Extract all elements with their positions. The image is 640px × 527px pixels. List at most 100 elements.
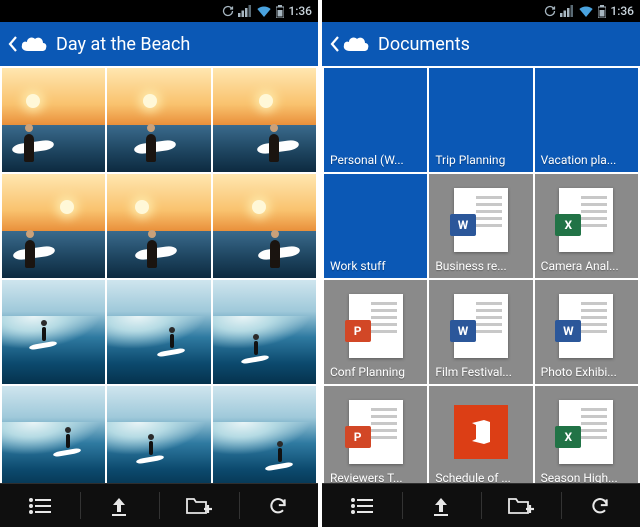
sync-icon — [544, 5, 556, 17]
tile-label: Conf Planning — [324, 362, 427, 384]
refresh-button[interactable] — [239, 484, 319, 527]
page-title: Day at the Beach — [56, 34, 190, 55]
photo-grid — [0, 66, 318, 483]
signal-icon — [238, 5, 252, 17]
grid-tile[interactable] — [2, 386, 105, 483]
photo-thumb — [213, 386, 316, 483]
tile-label: Trip Planning — [429, 150, 532, 172]
list-view-button[interactable] — [322, 484, 402, 527]
phone-right: 1:36 Documents Personal (W...Trip Planni… — [322, 0, 640, 527]
refresh-icon — [589, 496, 611, 516]
upload-icon — [432, 496, 450, 516]
status-time: 1:36 — [288, 4, 312, 18]
photo-thumb — [213, 68, 316, 172]
photo-thumb — [213, 174, 316, 278]
new-folder-icon — [186, 497, 212, 515]
list-icon — [351, 498, 373, 514]
wifi-icon — [578, 5, 594, 17]
grid-tile[interactable] — [213, 280, 316, 384]
tile-label: Vacation pla... — [535, 150, 638, 172]
grid-tile[interactable] — [2, 68, 105, 172]
folder-tile[interactable]: Vacation pla... — [535, 68, 638, 172]
back-icon — [8, 35, 18, 53]
powerpoint-file-icon: P — [349, 294, 403, 358]
tile-label: Work stuff — [324, 256, 427, 278]
file-tile[interactable]: X Camera Anal... — [535, 174, 638, 278]
new-folder-button[interactable] — [159, 484, 239, 527]
tile-label: Film Festival... — [429, 362, 532, 384]
app-bar: Documents — [322, 22, 640, 66]
photo-thumb — [213, 280, 316, 384]
list-icon — [29, 498, 51, 514]
photo-thumb — [2, 68, 105, 172]
word-file-icon: W — [454, 188, 508, 252]
folder-tile[interactable]: Personal (W... — [324, 68, 427, 172]
file-tile[interactable]: W Film Festival... — [429, 280, 532, 384]
grid-tile[interactable] — [107, 68, 210, 172]
cloud-icon — [342, 35, 370, 53]
phone-left: 1:36 Day at the Beach — [0, 0, 318, 527]
tile-label: Schedule of ... — [429, 468, 532, 483]
bottom-toolbar — [322, 483, 640, 527]
tile-label: Season High... — [535, 468, 638, 483]
back-button[interactable] — [330, 35, 370, 53]
file-tile[interactable]: Schedule of ... — [429, 386, 532, 483]
upload-button[interactable] — [402, 484, 482, 527]
tile-label: Reviewers T... — [324, 468, 427, 483]
new-folder-button[interactable] — [481, 484, 561, 527]
bottom-toolbar — [0, 483, 318, 527]
new-folder-icon — [508, 497, 534, 515]
file-tile[interactable]: X Season High... — [535, 386, 638, 483]
word-file-icon: W — [454, 294, 508, 358]
powerpoint-file-icon: P — [349, 400, 403, 464]
tile-label: Personal (W... — [324, 150, 427, 172]
grid-tile[interactable] — [2, 280, 105, 384]
refresh-button[interactable] — [561, 484, 640, 527]
tile-label: Camera Anal... — [535, 256, 638, 278]
photo-thumb — [2, 174, 105, 278]
page-title: Documents — [378, 34, 470, 55]
file-tile[interactable]: P Conf Planning — [324, 280, 427, 384]
list-view-button[interactable] — [0, 484, 80, 527]
file-tile[interactable]: W Photo Exhibi... — [535, 280, 638, 384]
grid-tile[interactable] — [213, 386, 316, 483]
upload-button[interactable] — [80, 484, 160, 527]
photo-thumb — [2, 386, 105, 483]
app-bar: Day at the Beach — [0, 22, 318, 66]
file-tile[interactable]: P Reviewers T... — [324, 386, 427, 483]
photo-thumb — [107, 280, 210, 384]
status-bar: 1:36 — [322, 0, 640, 22]
signal-icon — [560, 5, 574, 17]
grid-tile[interactable] — [107, 174, 210, 278]
excel-file-icon: X — [559, 400, 613, 464]
battery-icon — [598, 5, 606, 18]
grid-tile[interactable] — [107, 280, 210, 384]
upload-icon — [110, 496, 128, 516]
cloud-icon — [20, 35, 48, 53]
grid-tile[interactable] — [213, 174, 316, 278]
excel-file-icon: X — [559, 188, 613, 252]
refresh-icon — [267, 496, 289, 516]
photo-thumb — [107, 174, 210, 278]
photo-thumb — [107, 386, 210, 483]
file-grid: Personal (W...Trip PlanningVacation pla.… — [322, 66, 640, 483]
back-icon — [330, 35, 340, 53]
photo-thumb — [107, 68, 210, 172]
file-tile[interactable]: W Business re... — [429, 174, 532, 278]
battery-icon — [276, 5, 284, 18]
folder-tile[interactable]: Trip Planning — [429, 68, 532, 172]
grid-tile[interactable] — [213, 68, 316, 172]
status-time: 1:36 — [610, 4, 634, 18]
tile-label: Photo Exhibi... — [535, 362, 638, 384]
back-button[interactable] — [8, 35, 48, 53]
folder-tile[interactable]: Work stuff — [324, 174, 427, 278]
grid-tile[interactable] — [107, 386, 210, 483]
tile-label: Business re... — [429, 256, 532, 278]
wifi-icon — [256, 5, 272, 17]
photo-thumb — [2, 280, 105, 384]
office-icon — [454, 405, 508, 459]
word-file-icon: W — [559, 294, 613, 358]
status-bar: 1:36 — [0, 0, 318, 22]
sync-icon — [222, 5, 234, 17]
grid-tile[interactable] — [2, 174, 105, 278]
